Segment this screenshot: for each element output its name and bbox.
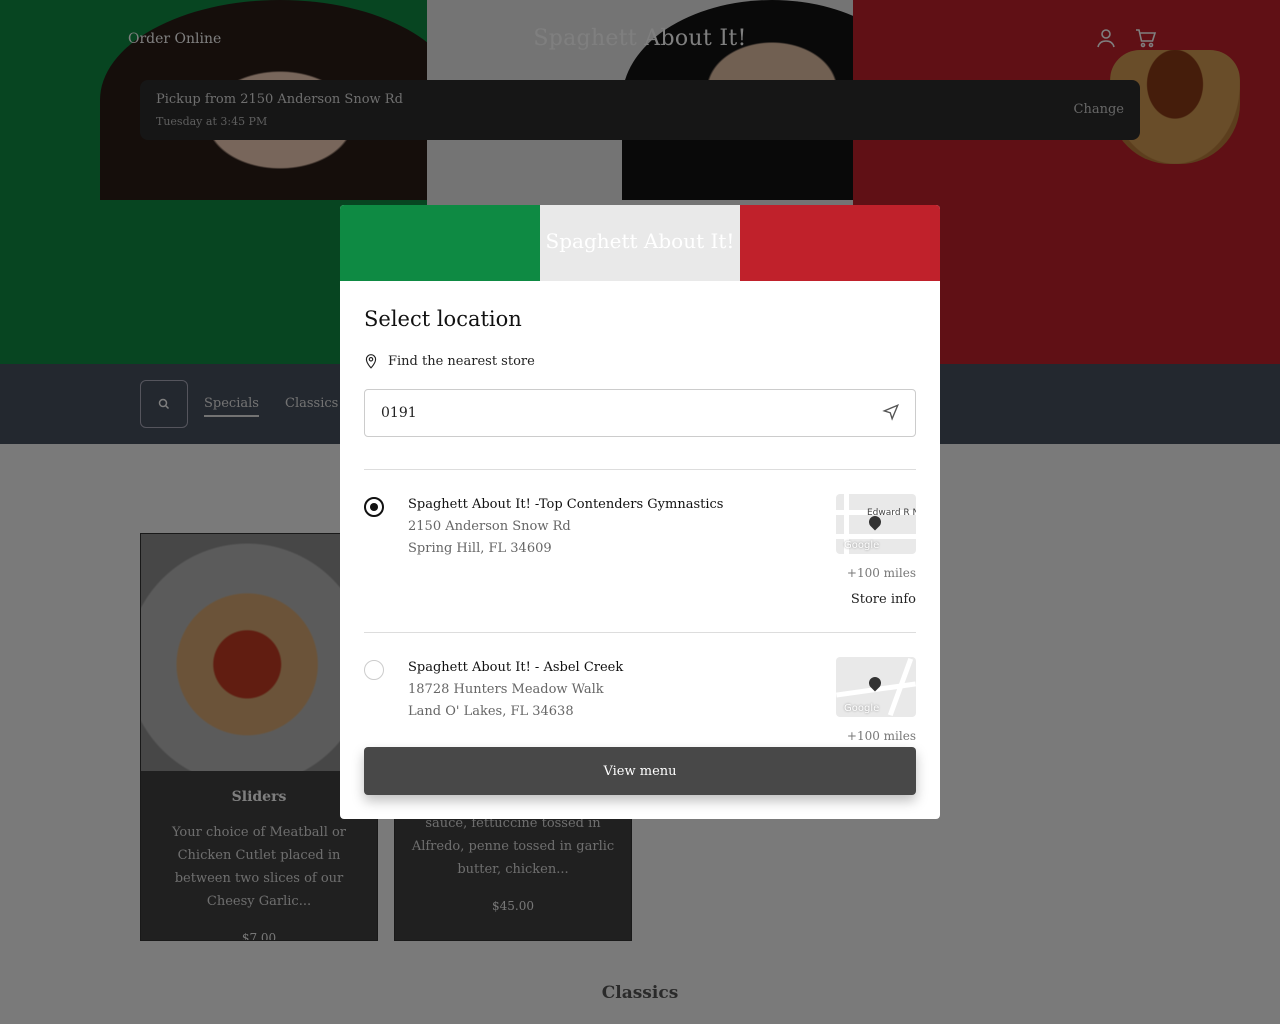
- location-address-line2: Land O' Lakes, FL 34638: [408, 704, 574, 719]
- modal-banner: Spaghett About It!: [340, 205, 940, 281]
- location-address-line1: 2150 Anderson Snow Rd: [408, 519, 571, 534]
- location-option[interactable]: Spaghett About It! -Top Contenders Gymna…: [364, 494, 916, 614]
- select-location-modal: Spaghett About It! Select location Find …: [340, 205, 940, 819]
- location-map-thumbnail[interactable]: Edward R N Google: [836, 494, 916, 554]
- find-nearest-store[interactable]: Find the nearest store: [364, 353, 535, 369]
- location-radio-selected[interactable]: [364, 497, 384, 517]
- map-road: [836, 534, 916, 539]
- divider: [364, 632, 916, 633]
- location-name: Spaghett About It! - Asbel Creek: [408, 660, 624, 675]
- location-address-line2: Spring Hill, FL 34609: [408, 541, 552, 556]
- location-map-thumbnail[interactable]: Google: [836, 657, 916, 717]
- map-brand-label: Google: [844, 703, 880, 714]
- map-brand-label: Google: [844, 540, 880, 551]
- modal-title: Select location: [364, 307, 522, 331]
- modal-brand-title: Spaghett About It!: [545, 229, 735, 253]
- location-name: Spaghett About It! -Top Contenders Gymna…: [408, 497, 724, 512]
- navigation-arrow-icon[interactable]: [882, 403, 900, 425]
- location-radio-unselected[interactable]: [364, 660, 384, 680]
- view-menu-button[interactable]: View menu: [364, 747, 916, 795]
- location-distance: +100 miles: [846, 566, 916, 580]
- location-distance: +100 miles: [846, 729, 916, 743]
- store-info-link[interactable]: Store info: [851, 592, 916, 607]
- zip-search-input[interactable]: [364, 389, 916, 437]
- location-address-line1: 18728 Hunters Meadow Walk: [408, 682, 604, 697]
- location-option[interactable]: Spaghett About It! - Asbel Creek 18728 H…: [364, 657, 916, 747]
- location-pin-icon: [365, 354, 377, 369]
- divider: [364, 469, 916, 470]
- find-nearest-label: Find the nearest store: [388, 353, 535, 369]
